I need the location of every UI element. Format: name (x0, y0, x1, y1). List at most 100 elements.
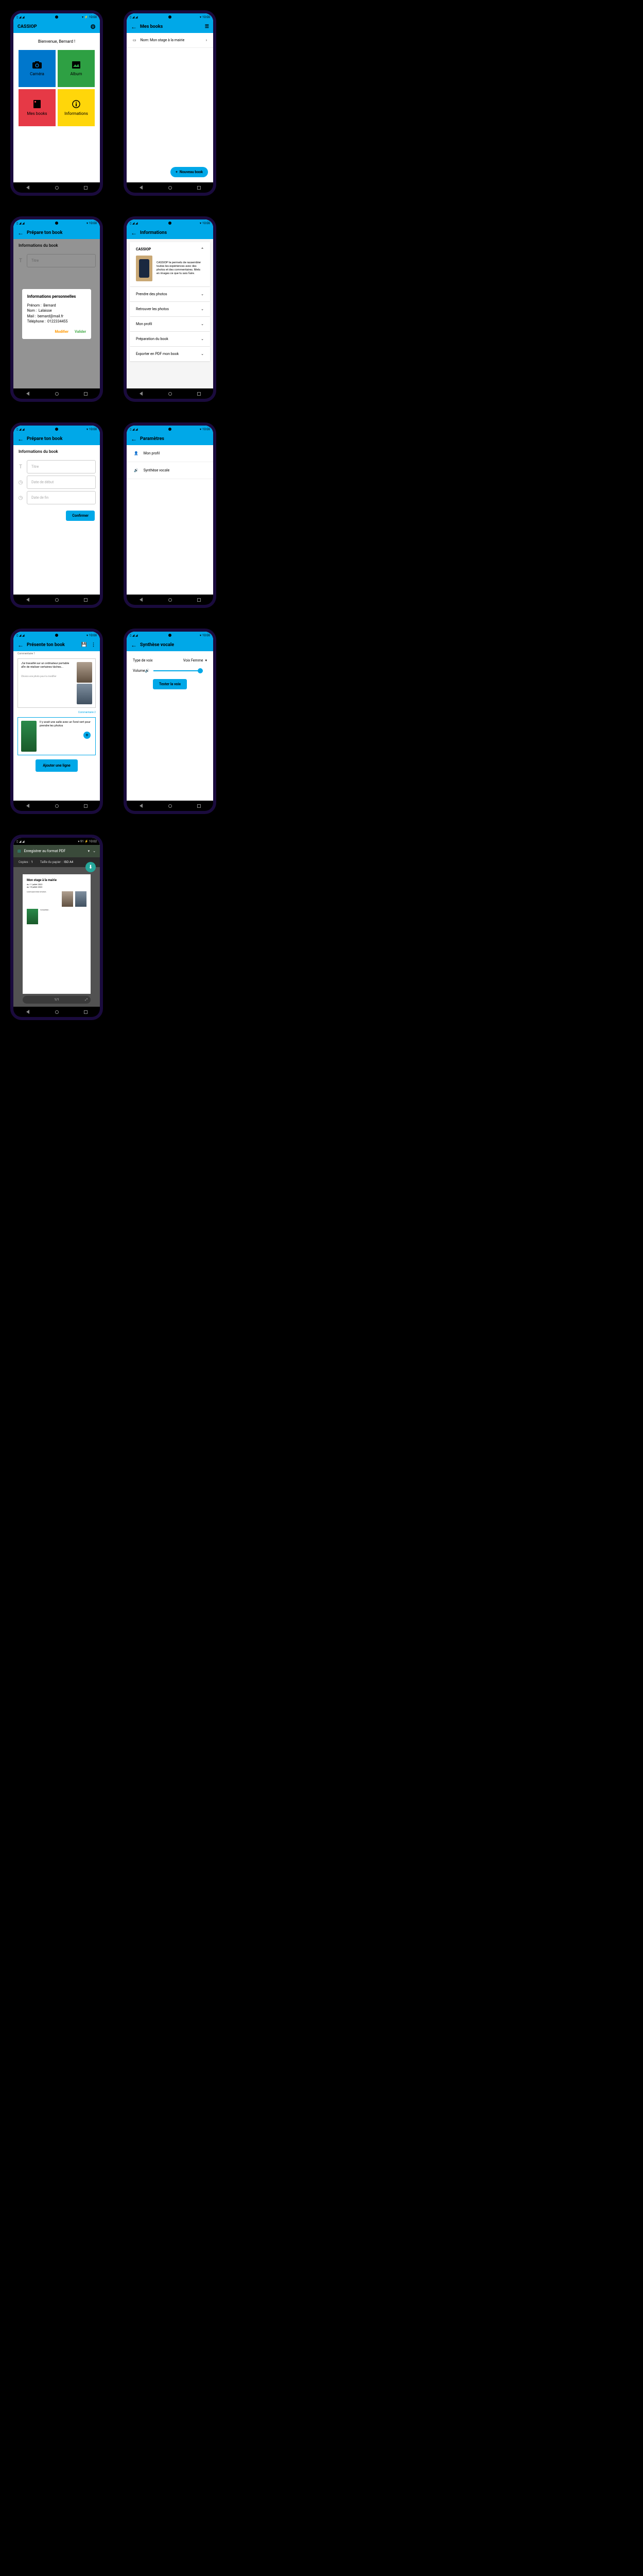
profile-dialog: Informations personnelles Prénom : Berna… (22, 289, 91, 339)
profile-row[interactable]: 👤Mon profil (127, 445, 213, 462)
back-icon[interactable]: ← (18, 641, 24, 649)
speaker-icon: 🔊 (134, 468, 138, 472)
app-title: Paramètres (140, 436, 164, 442)
description-text: CASSIOP te permets de rassembler toutes … (157, 261, 204, 276)
plus-icon: + (176, 170, 178, 174)
dropdown-icon: ▾ (205, 658, 207, 663)
info-tile[interactable]: Informations (58, 89, 95, 126)
phone-tts: ▯ ◢ ◢▾10:00 ← Synthèse vocale Type de vo… (124, 629, 216, 814)
dialog-scrim[interactable]: Informations personnelles Prénom : Berna… (13, 239, 100, 388)
back-icon[interactable]: ← (18, 435, 24, 443)
nav-back[interactable] (138, 185, 144, 190)
voice-type-label: Type de voix (133, 658, 153, 663)
back-icon[interactable]: ← (18, 229, 24, 236)
nav-home[interactable] (54, 1009, 59, 1014)
chevron-down-icon: ⌄ (201, 307, 204, 311)
app-bar: ← Synthèse vocale (127, 639, 213, 651)
comment-1-label: Commentaire 1 (18, 652, 96, 655)
section-header: Informations du book (13, 445, 100, 458)
add-row-button[interactable]: Ajouter une ligne (36, 759, 78, 772)
books-tile[interactable]: Mes books (19, 89, 56, 126)
text-icon: T (18, 464, 24, 470)
nav-home[interactable] (54, 185, 59, 190)
nav-back[interactable] (25, 803, 30, 808)
chevron-down-icon[interactable]: ⌄ (93, 849, 96, 853)
chevron-down-icon: ⌄ (201, 352, 204, 356)
confirm-button[interactable]: Confirmer (66, 511, 95, 521)
nav-recent[interactable] (83, 185, 88, 190)
accordion-photos[interactable]: Prendre des photos⌄ (130, 287, 210, 301)
expand-icon[interactable]: ⤢ (85, 998, 88, 1002)
modify-button[interactable]: Modifier (55, 330, 69, 334)
chevron-down-icon: ⌄ (201, 337, 204, 341)
nav-recent[interactable] (83, 803, 88, 808)
nav-recent[interactable] (196, 391, 201, 396)
validate-button[interactable]: Valider (75, 330, 86, 334)
back-icon[interactable]: ← (131, 641, 137, 649)
accordion-export[interactable]: Exporter en PDF mon book⌄ (130, 347, 210, 361)
nav-home[interactable] (54, 803, 59, 808)
back-icon[interactable]: ← (131, 229, 137, 236)
photo-thumb-1[interactable] (77, 662, 92, 683)
nav-recent[interactable] (83, 597, 88, 602)
accordion-cassiop[interactable]: CASSIOP⌃ CASSIOP te permets de rassemble… (130, 242, 210, 286)
nav-recent[interactable] (83, 1009, 88, 1014)
new-book-fab[interactable]: + Nouveau book (170, 167, 208, 177)
nav-recent[interactable] (196, 597, 201, 602)
nav-back[interactable] (25, 391, 30, 396)
nav-back[interactable] (25, 597, 30, 602)
nav-back[interactable] (138, 597, 144, 602)
nav-home[interactable] (167, 391, 172, 396)
camera-tile[interactable]: Caméra (19, 50, 56, 87)
menu-icon[interactable]: ☰ (205, 24, 209, 29)
save-icon[interactable]: 💾 (81, 642, 87, 648)
paper-size-value[interactable]: ISO A4 (64, 860, 73, 864)
dialog-body: Prénom : Bernard Nom : Lalaisse Mail : b… (27, 303, 86, 325)
comment-1-block[interactable]: J'ai travaillé sur un ordinateur portabl… (18, 658, 96, 708)
nav-home[interactable] (167, 185, 172, 190)
album-tile[interactable]: Album (58, 50, 95, 87)
test-voice-button[interactable]: Tester la voix (153, 679, 187, 689)
photo-thumb-3[interactable] (21, 721, 37, 752)
pdf-viewport[interactable]: Mon stage à la mairie du 11 juillet 2022… (13, 867, 100, 1007)
end-date-input[interactable]: Date de fin (27, 491, 96, 504)
accordion-profile[interactable]: Mon profil⌄ (130, 317, 210, 331)
pdf-page-preview: Mon stage à la mairie du 11 juillet 2022… (23, 874, 91, 994)
volume-slider[interactable] (153, 670, 203, 671)
nav-home[interactable] (167, 803, 172, 808)
nav-recent[interactable] (196, 185, 201, 190)
settings-icon[interactable]: ⚙ (90, 23, 96, 30)
nav-bar (13, 182, 100, 193)
download-pdf-fab[interactable]: ⬇ (85, 862, 96, 872)
nav-recent[interactable] (83, 391, 88, 396)
book-list-item[interactable]: ▭ Nom: Mon stage à la mairie › (127, 33, 213, 48)
add-photo-fab[interactable]: + (83, 732, 91, 739)
photo-thumb-2[interactable] (77, 684, 92, 704)
dropdown-icon[interactable]: ▾ (88, 849, 90, 853)
nav-home[interactable] (167, 597, 172, 602)
tts-row[interactable]: 🔊Synthèse vocale (127, 462, 213, 479)
nav-back[interactable] (25, 185, 30, 190)
app-title: Informations (140, 230, 167, 235)
accordion-find[interactable]: Retrouver les photos⌄ (130, 302, 210, 316)
back-icon[interactable]: ← (131, 435, 137, 443)
phone-present: ▯ ◢ ◢▾10:00 ← Présente ton book 💾 ⋮ Comm… (10, 629, 103, 814)
nav-home[interactable] (54, 391, 59, 396)
app-title: Prépare ton book (27, 230, 62, 235)
pdf-icon: ▤ (18, 849, 21, 853)
page-indicator: 1/1 ⤢ (23, 996, 91, 1004)
nav-back[interactable] (138, 803, 144, 808)
title-input[interactable]: Titre (27, 460, 96, 473)
nav-home[interactable] (54, 597, 59, 602)
start-date-input[interactable]: Date de début (27, 476, 96, 489)
nav-recent[interactable] (196, 803, 201, 808)
overflow-icon[interactable]: ⋮ (91, 642, 96, 648)
book-icon (33, 100, 41, 108)
back-icon[interactable]: ← (131, 23, 137, 30)
voice-type-dropdown[interactable]: Voix Femme▾ (183, 658, 207, 663)
nav-back[interactable] (138, 391, 144, 396)
nav-back[interactable] (25, 1009, 30, 1014)
accordion-prep[interactable]: Préparation du book⌄ (130, 332, 210, 346)
copies-value[interactable]: 1 (31, 860, 32, 864)
app-title: Présente ton book (27, 642, 65, 648)
